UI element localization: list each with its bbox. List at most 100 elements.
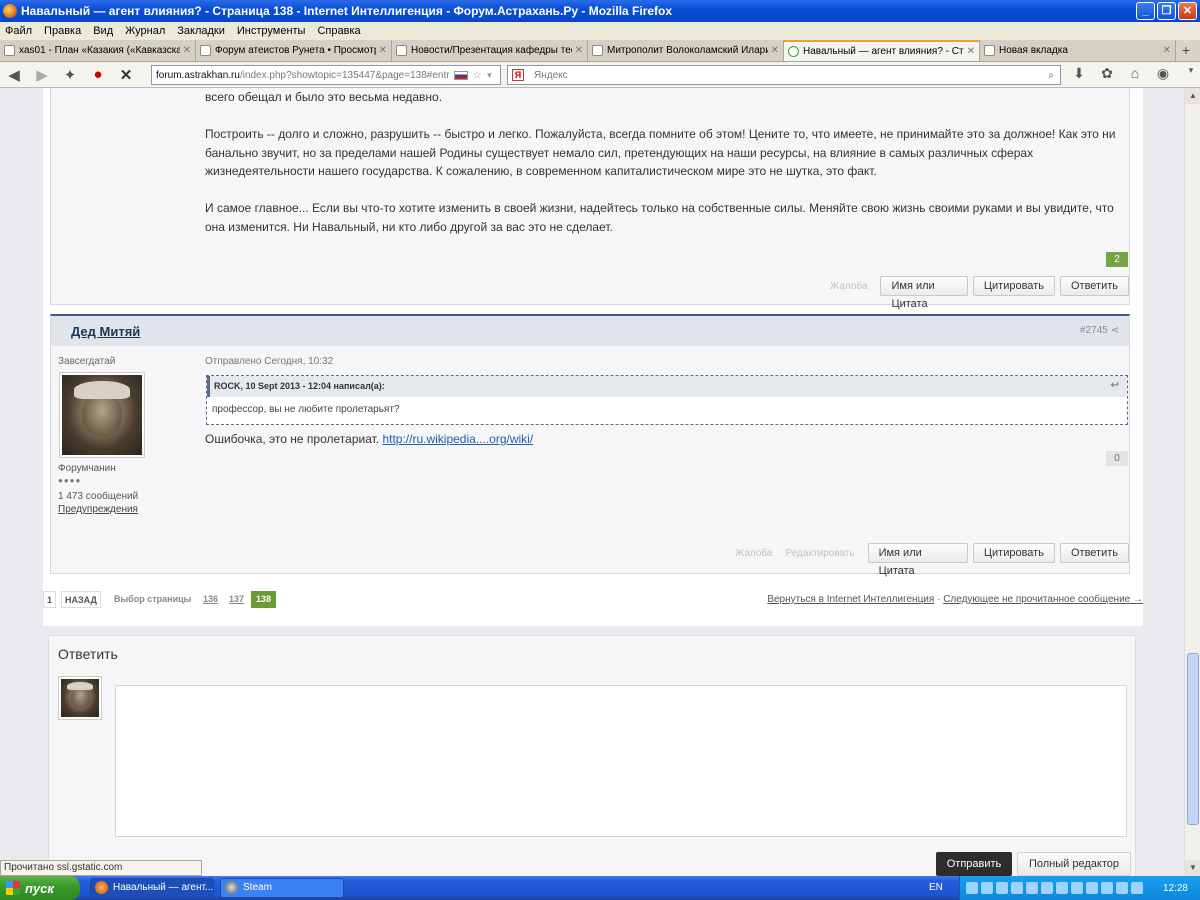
report-link[interactable]: Жалоба — [735, 548, 772, 559]
more-icon[interactable]: ▾ — [1180, 65, 1200, 82]
post-count: 1 473 сообщений — [58, 491, 139, 502]
tab-5-active[interactable]: Навальный — агент влияния? - Стр... ✕ — [784, 40, 980, 61]
post-number[interactable]: #2745 ⋖ — [1080, 325, 1119, 336]
taskbar-steam[interactable]: Steam — [220, 878, 344, 898]
tab-close-icon[interactable]: ✕ — [183, 45, 191, 56]
scroll-down-icon[interactable]: ▼ — [1185, 860, 1200, 876]
tray-app-icon[interactable] — [1056, 882, 1068, 894]
tray-app-icon[interactable] — [1101, 882, 1113, 894]
tray-steam-icon[interactable] — [966, 882, 978, 894]
reputation-badge[interactable]: 2 — [1106, 252, 1128, 267]
scroll-thumb[interactable] — [1187, 653, 1199, 825]
dropdown-icon[interactable]: ▼ — [486, 71, 494, 80]
plugin-icon[interactable]: ✦ — [56, 66, 84, 84]
page-link-136[interactable]: 136 — [200, 591, 221, 608]
quote-jump-icon[interactable]: ↩ — [1111, 380, 1119, 391]
author-name[interactable]: Дед Митяй — [71, 324, 140, 339]
tray-app-icon[interactable] — [1071, 882, 1083, 894]
name-quote-button[interactable]: Имя или Цитата — [867, 543, 968, 577]
start-button[interactable]: пуск — [0, 876, 80, 900]
record-icon[interactable]: ● — [84, 66, 112, 83]
next-unread-link[interactable]: Следующее не прочитанное сообщение → — [943, 594, 1143, 605]
reputation-badge[interactable]: 0 — [1106, 451, 1128, 466]
send-button[interactable]: Отправить — [936, 852, 1012, 876]
window-title: Навальный — агент влияния? - Страница 13… — [21, 4, 673, 18]
maximize-button[interactable]: ❐ — [1157, 2, 1176, 20]
tab-close-icon[interactable]: ✕ — [1163, 45, 1171, 56]
stop-icon[interactable]: ✕ — [112, 66, 140, 84]
start-label: пуск — [25, 880, 54, 896]
search-icon[interactable]: ⌕ — [1048, 70, 1054, 81]
reply-textarea[interactable] — [115, 685, 1127, 837]
minimize-button[interactable]: _ — [1136, 2, 1155, 20]
reply-button[interactable]: Ответить — [1059, 276, 1129, 296]
tray-volume-icon[interactable] — [996, 882, 1008, 894]
close-button[interactable]: ✕ — [1178, 2, 1197, 20]
warnings-link[interactable]: Предупреждения — [58, 504, 138, 515]
tray-app-icon[interactable] — [1086, 882, 1098, 894]
avatar[interactable] — [59, 372, 145, 458]
tab-6[interactable]: Новая вкладка ✕ — [980, 40, 1176, 61]
quick-reply-section: Ответить Отправить Полный редактор — [41, 626, 1145, 876]
vertical-scrollbar[interactable]: ▲ ▼ — [1184, 88, 1200, 876]
post-paragraph: И самое главное... Если вы что-то хотите… — [205, 201, 1114, 234]
reply-button[interactable]: Ответить — [1059, 543, 1129, 563]
tab-close-icon[interactable]: ✕ — [967, 46, 975, 57]
tab-2[interactable]: Форум атеистов Рунета • Просмотр ... ✕ — [196, 40, 392, 61]
windows-taskbar: пуск Навальный — агент... Steam EN 12:28 — [0, 876, 1200, 900]
tray-network-icon[interactable] — [981, 882, 993, 894]
quote-block: ROCK, 10 Sept 2013 - 12:04 написал(а): ↩ … — [206, 375, 1128, 425]
clock[interactable]: 12:28 — [1163, 883, 1188, 894]
full-editor-button[interactable]: Полный редактор — [1017, 852, 1131, 876]
menu-bookmarks[interactable]: Закладки — [177, 25, 225, 37]
wikipedia-link[interactable]: http://ru.wikipedia....org/wiki/ — [382, 432, 533, 446]
quote-button[interactable]: Цитировать — [972, 543, 1055, 563]
tab-label: Навальный — агент влияния? - Стр... — [803, 46, 964, 57]
bookmark-star-icon[interactable]: ☆ — [473, 70, 482, 81]
back-icon[interactable]: ◀ — [0, 66, 28, 84]
eye-icon[interactable]: ◉ — [1152, 65, 1174, 82]
tray-antivirus-icon[interactable] — [1011, 882, 1023, 894]
steam-icon — [225, 881, 238, 894]
tab-close-icon[interactable]: ✕ — [771, 45, 779, 56]
menu-file[interactable]: Файл — [5, 25, 32, 37]
menu-tools[interactable]: Инструменты — [237, 25, 306, 37]
scroll-up-icon[interactable]: ▲ — [1185, 88, 1200, 104]
tab-close-icon[interactable]: ✕ — [379, 45, 387, 56]
tray-app-icon[interactable] — [1116, 882, 1128, 894]
menu-help[interactable]: Справка — [317, 25, 360, 37]
page-link-137[interactable]: 137 — [226, 591, 247, 608]
page-chooser[interactable]: Выбор страницы — [111, 591, 194, 608]
tray-app-icon[interactable] — [1041, 882, 1053, 894]
page-icon — [396, 45, 407, 56]
addon-icon[interactable]: ✿ — [1096, 65, 1118, 82]
report-link[interactable]: Жалоба — [830, 281, 867, 292]
edit-link[interactable]: Редактировать — [785, 548, 854, 559]
return-to-forum-link[interactable]: Вернуться в Internet Интеллигенция — [767, 594, 934, 605]
home-icon[interactable]: ⌂ — [1124, 65, 1146, 82]
menu-view[interactable]: Вид — [93, 25, 113, 37]
taskbar-firefox[interactable]: Навальный — агент... — [90, 878, 214, 898]
navigation-bar: ◀ ▶ ✦ ● ✕ forum.astrakhan.ru/index.php?s… — [0, 62, 1200, 88]
tab-label: Митрополит Волоколамский Иларио... — [607, 45, 768, 56]
name-quote-button[interactable]: Имя или Цитата — [880, 276, 968, 310]
download-icon[interactable]: ⬇ — [1068, 65, 1090, 82]
language-indicator[interactable]: EN — [929, 882, 943, 893]
page-link-first[interactable]: 1 — [43, 591, 57, 608]
tab-4[interactable]: Митрополит Волоколамский Иларио... ✕ — [588, 40, 784, 61]
tab-1[interactable]: xas01 - План «Казакия («Кавказска... ✕ — [0, 40, 196, 61]
address-bar[interactable]: forum.astrakhan.ru/index.php?showtopic=1… — [151, 65, 501, 85]
page-back-link[interactable]: НАЗАД — [61, 591, 101, 608]
search-bar[interactable]: Я Яндекс ⌕ — [507, 65, 1061, 85]
tab-close-icon[interactable]: ✕ — [575, 45, 583, 56]
firefox-icon — [3, 4, 17, 18]
menu-history[interactable]: Журнал — [125, 25, 165, 37]
new-tab-button[interactable]: + — [1176, 40, 1196, 61]
tab-3[interactable]: Новости/Презентация кафедры тео... ✕ — [392, 40, 588, 61]
tray-update-icon[interactable] — [1026, 882, 1038, 894]
share-icon[interactable]: ⋖ — [1111, 325, 1119, 336]
tray-app-icon[interactable] — [1131, 882, 1143, 894]
quote-button[interactable]: Цитировать — [972, 276, 1055, 296]
menu-edit[interactable]: Правка — [44, 25, 81, 37]
forward-icon[interactable]: ▶ — [28, 66, 56, 84]
